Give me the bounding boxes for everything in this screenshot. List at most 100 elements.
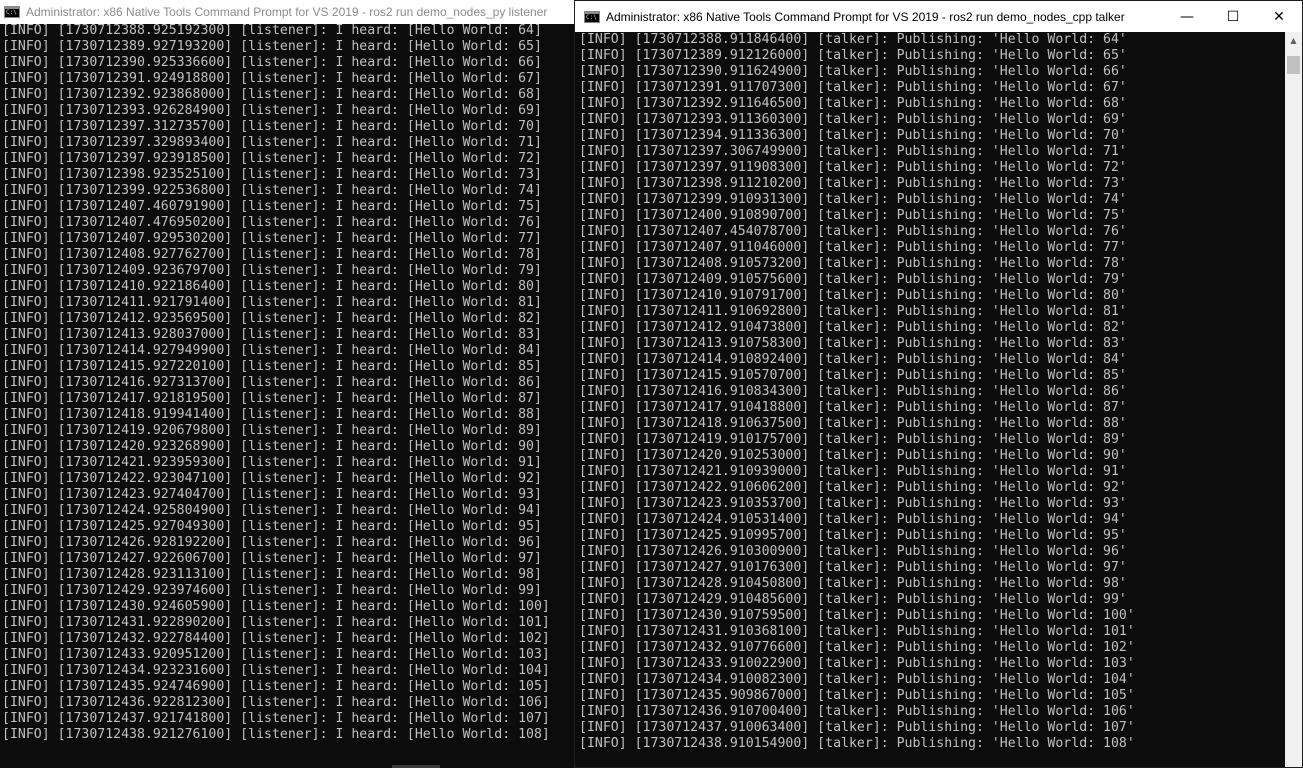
listener-console-window[interactable]: Administrator: x86 Native Tools Command …: [0, 0, 574, 768]
talker-log-line: [INFO] [1730712428.910450800] [talker]: …: [579, 576, 1127, 591]
listener-log-line: [INFO] [1730712407.476950200] [listener]…: [2, 215, 542, 230]
cmd-icon: [584, 10, 600, 23]
talker-window-titlebar[interactable]: Administrator: x86 Native Tools Command …: [575, 1, 1302, 32]
scrollbar-thumb[interactable]: [1287, 56, 1300, 74]
talker-log-line: [INFO] [1730712392.911646500] [talker]: …: [579, 96, 1127, 111]
talker-log-line: [INFO] [1730712432.910776600] [talker]: …: [579, 640, 1135, 655]
listener-log-line: [INFO] [1730712397.312735700] [listener]…: [2, 119, 542, 134]
talker-log-line: [INFO] [1730712415.910570700] [talker]: …: [579, 368, 1127, 383]
listener-log-line: [INFO] [1730712429.923974600] [listener]…: [2, 583, 542, 598]
listener-log-line: [INFO] [1730712421.923959300] [listener]…: [2, 455, 542, 470]
listener-log-line: [INFO] [1730712433.920951200] [listener]…: [2, 647, 550, 662]
listener-log-line: [INFO] [1730712415.927220100] [listener]…: [2, 359, 542, 374]
listener-log-line: [INFO] [1730712436.922812300] [listener]…: [2, 695, 550, 710]
talker-log-line: [INFO] [1730712389.912126000] [talker]: …: [579, 48, 1127, 63]
listener-log-line: [INFO] [1730712407.929530200] [listener]…: [2, 231, 542, 246]
listener-log-line: [INFO] [1730712427.922606700] [listener]…: [2, 551, 542, 566]
talker-log-line: [INFO] [1730712422.910606200] [talker]: …: [579, 480, 1127, 495]
listener-log-line: [INFO] [1730712392.923868000] [listener]…: [2, 87, 542, 102]
close-button[interactable]: ✕: [1256, 1, 1302, 32]
listener-log-line: [INFO] [1730712434.923231600] [listener]…: [2, 663, 550, 678]
listener-log-line: [INFO] [1730712431.922890200] [listener]…: [2, 615, 550, 630]
listener-log-line: [INFO] [1730712419.920679800] [listener]…: [2, 423, 542, 438]
talker-log-line: [INFO] [1730712399.910931300] [talker]: …: [579, 192, 1127, 207]
listener-log-line: [INFO] [1730712411.921791400] [listener]…: [2, 295, 542, 310]
talker-log-line: [INFO] [1730712412.910473800] [talker]: …: [579, 320, 1127, 335]
talker-log-line: [INFO] [1730712418.910637500] [talker]: …: [579, 416, 1127, 431]
talker-log-line: [INFO] [1730712434.910082300] [talker]: …: [579, 672, 1135, 687]
listener-log-line: [INFO] [1730712397.329893400] [listener]…: [2, 135, 542, 150]
talker-log-line: [INFO] [1730712437.910063400] [talker]: …: [579, 720, 1135, 735]
listener-log-line: [INFO] [1730712408.927762700] [listener]…: [2, 247, 542, 262]
talker-log-line: [INFO] [1730712413.910758300] [talker]: …: [579, 336, 1127, 351]
talker-log-line: [INFO] [1730712430.910759500] [talker]: …: [579, 608, 1135, 623]
listener-log-line: [INFO] [1730712393.926284900] [listener]…: [2, 103, 542, 118]
talker-log-line: [INFO] [1730712394.911336300] [talker]: …: [579, 128, 1127, 143]
talker-log-line: [INFO] [1730712419.910175700] [talker]: …: [579, 432, 1127, 447]
maximize-button[interactable]: ☐: [1210, 1, 1256, 32]
listener-window-title: Administrator: x86 Native Tools Command …: [26, 5, 548, 19]
listener-log-line: [INFO] [1730712418.919941400] [listener]…: [2, 407, 542, 422]
listener-log-line: [INFO] [1730712390.925336600] [listener]…: [2, 55, 542, 70]
listener-log-line: [INFO] [1730712422.923047100] [listener]…: [2, 471, 542, 486]
listener-log-line: [INFO] [1730712426.928192200] [listener]…: [2, 535, 542, 550]
listener-log-line: [INFO] [1730712398.923525100] [listener]…: [2, 167, 542, 182]
talker-log-line: [INFO] [1730712438.910154900] [talker]: …: [579, 736, 1135, 751]
listener-log-line: [INFO] [1730712438.921276100] [listener]…: [2, 727, 550, 742]
talker-log-line: [INFO] [1730712423.910353700] [talker]: …: [579, 496, 1127, 511]
listener-log-line: [INFO] [1730712424.925804900] [listener]…: [2, 503, 542, 518]
listener-log-line: [INFO] [1730712414.927949900] [listener]…: [2, 343, 542, 358]
listener-log-line: [INFO] [1730712435.924746900] [listener]…: [2, 679, 550, 694]
talker-log-line: [INFO] [1730712429.910485600] [talker]: …: [579, 592, 1127, 607]
listener-log-line: [INFO] [1730712437.921741800] [listener]…: [2, 711, 550, 726]
talker-log-line: [INFO] [1730712408.910573200] [talker]: …: [579, 256, 1127, 271]
talker-log-line: [INFO] [1730712400.910890700] [talker]: …: [579, 208, 1127, 223]
talker-log-line: [INFO] [1730712425.910995700] [talker]: …: [579, 528, 1127, 543]
minimize-button[interactable]: —: [1164, 1, 1210, 32]
listener-log-line: [INFO] [1730712409.923679700] [listener]…: [2, 263, 542, 278]
talker-log-line: [INFO] [1730712390.911624900] [talker]: …: [579, 64, 1127, 79]
talker-log-line: [INFO] [1730712424.910531400] [talker]: …: [579, 512, 1127, 527]
listener-log-line: [INFO] [1730712389.927193200] [listener]…: [2, 39, 542, 54]
listener-log-line: [INFO] [1730712420.923268900] [listener]…: [2, 439, 542, 454]
talker-log-line: [INFO] [1730712410.910791700] [talker]: …: [579, 288, 1127, 303]
talker-log-line: [INFO] [1730712433.910022900] [talker]: …: [579, 656, 1135, 671]
talker-log-line: [INFO] [1730712417.910418800] [talker]: …: [579, 400, 1127, 415]
talker-log-line: [INFO] [1730712420.910253000] [talker]: …: [579, 448, 1127, 463]
talker-log-line: [INFO] [1730712407.911046000] [talker]: …: [579, 240, 1127, 255]
listener-log-line: [INFO] [1730712399.922536800] [listener]…: [2, 183, 542, 198]
talker-log-line: [INFO] [1730712393.911360300] [talker]: …: [579, 112, 1127, 127]
listener-log-line: [INFO] [1730712430.924605900] [listener]…: [2, 599, 550, 614]
talker-log-line: [INFO] [1730712397.911908300] [talker]: …: [579, 160, 1127, 175]
listener-log-line: [INFO] [1730712432.922784400] [listener]…: [2, 631, 550, 646]
listener-log-line: [INFO] [1730712428.923113100] [listener]…: [2, 567, 542, 582]
vertical-scrollbar[interactable]: ▲: [1285, 32, 1302, 767]
talker-log-line: [INFO] [1730712397.306749900] [talker]: …: [579, 144, 1127, 159]
talker-log-line: [INFO] [1730712436.910700400] [talker]: …: [579, 704, 1135, 719]
talker-log-line: [INFO] [1730712388.911846400] [talker]: …: [579, 32, 1127, 47]
talker-log-line: [INFO] [1730712427.910176300] [talker]: …: [579, 560, 1127, 575]
talker-console-window[interactable]: Administrator: x86 Native Tools Command …: [574, 0, 1303, 768]
listener-log-line: [INFO] [1730712388.925192300] [listener]…: [2, 23, 542, 38]
listener-log-line: [INFO] [1730712410.922186400] [listener]…: [2, 279, 542, 294]
talker-log-line: [INFO] [1730712391.911707300] [talker]: …: [579, 80, 1127, 95]
talker-log-line: [INFO] [1730712409.910575600] [talker]: …: [579, 272, 1127, 287]
listener-console-output[interactable]: [INFO] [1730712388.925192300] [listener]…: [2, 23, 550, 743]
listener-log-line: [INFO] [1730712423.927404700] [listener]…: [2, 487, 542, 502]
talker-log-line: [INFO] [1730712435.909867000] [talker]: …: [579, 688, 1135, 703]
talker-console-output[interactable]: [INFO] [1730712388.911846400] [talker]: …: [579, 32, 1135, 752]
cmd-icon: [4, 6, 20, 18]
listener-log-line: [INFO] [1730712407.460791900] [listener]…: [2, 199, 542, 214]
scroll-up-arrow-icon[interactable]: ▲: [1285, 32, 1302, 49]
talker-window-title: Administrator: x86 Native Tools Command …: [606, 9, 1125, 24]
listener-log-line: [INFO] [1730712417.921819500] [listener]…: [2, 391, 542, 406]
talker-log-line: [INFO] [1730712411.910692800] [talker]: …: [579, 304, 1127, 319]
listener-log-line: [INFO] [1730712397.923918500] [listener]…: [2, 151, 542, 166]
window-controls: — ☐ ✕: [1164, 1, 1302, 32]
listener-window-titlebar[interactable]: Administrator: x86 Native Tools Command …: [0, 0, 574, 24]
listener-log-line: [INFO] [1730712413.928037000] [listener]…: [2, 327, 542, 342]
talker-log-line: [INFO] [1730712431.910368100] [talker]: …: [579, 624, 1135, 639]
talker-log-line: [INFO] [1730712421.910939000] [talker]: …: [579, 464, 1127, 479]
talker-log-line: [INFO] [1730712416.910834300] [talker]: …: [579, 384, 1127, 399]
talker-log-line: [INFO] [1730712407.454078700] [talker]: …: [579, 224, 1127, 239]
